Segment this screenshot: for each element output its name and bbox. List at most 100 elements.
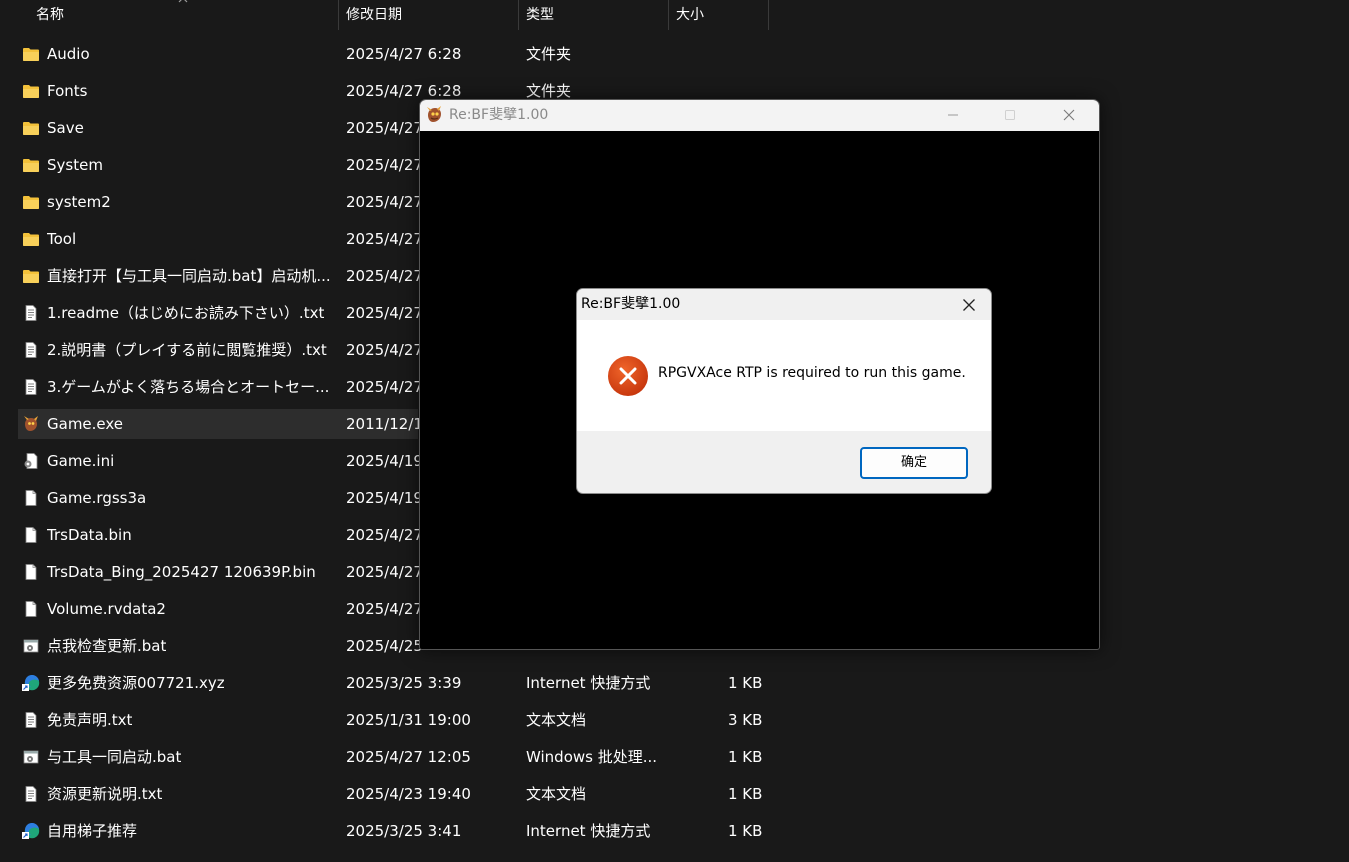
- dialog-title: Re:BF斐擘1.00: [581, 296, 681, 312]
- file-type: 文本文档: [526, 711, 587, 729]
- file-modified: 2025/4/27: [346, 526, 423, 544]
- blank-file-icon: [22, 490, 40, 506]
- folder-icon: [22, 194, 40, 210]
- ok-button[interactable]: 确定: [860, 447, 968, 479]
- dialog-body: RPGVXAce RTP is required to run this gam…: [577, 320, 991, 431]
- game-window-titlebar[interactable]: Re:BF斐擘1.00: [420, 100, 1099, 131]
- file-modified: 2025/4/27 12:05: [346, 748, 471, 766]
- column-divider[interactable]: [668, 0, 669, 30]
- file-name: 资源更新说明.txt: [47, 785, 163, 803]
- file-name: TrsData.bin: [47, 526, 132, 544]
- edge-shortcut-icon: [22, 674, 40, 691]
- file-row[interactable]: 免责声明.txt 2025/1/31 19:00 文本文档 3 KB: [18, 705, 1349, 735]
- game-window-title: Re:BF斐擘1.00: [449, 107, 549, 123]
- file-modified: 2025/3/25 3:41: [346, 822, 462, 840]
- dialog-close-icon[interactable]: [955, 291, 983, 319]
- folder-icon: [22, 231, 40, 247]
- file-name: TrsData_Bing_2025427 120639P.bin: [47, 563, 316, 581]
- file-name: System: [47, 156, 103, 174]
- text-file-icon: [22, 342, 40, 358]
- error-dialog[interactable]: Re:BF斐擘1.00 RPGVXAce RTP is required to …: [576, 288, 992, 494]
- file-row[interactable]: 自用梯子推荐 2025/3/25 3:41 Internet 快捷方式 1 KB: [18, 816, 1349, 846]
- error-icon: [608, 356, 648, 396]
- file-row[interactable]: 与工具一同启动.bat 2025/4/27 12:05 Windows 批处理...…: [18, 742, 1349, 772]
- dialog-titlebar[interactable]: Re:BF斐擘1.00: [577, 289, 991, 320]
- file-name: 免责声明.txt: [47, 711, 133, 729]
- maximize-button[interactable]: [987, 100, 1033, 131]
- file-modified: 2025/1/31 19:00: [346, 711, 471, 729]
- file-size: 1 KB: [728, 748, 763, 766]
- file-modified: 2011/12/1: [346, 415, 423, 433]
- column-divider[interactable]: [518, 0, 519, 30]
- file-name: Volume.rvdata2: [47, 600, 166, 618]
- file-size: 1 KB: [728, 822, 763, 840]
- folder-icon: [22, 268, 40, 284]
- folder-icon: [22, 157, 40, 173]
- file-type: Internet 快捷方式: [526, 674, 651, 692]
- column-divider[interactable]: [338, 0, 339, 30]
- text-file-icon: [22, 379, 40, 395]
- file-modified: 2025/4/27: [346, 304, 423, 322]
- file-modified: 2025/4/27: [346, 563, 423, 581]
- settings-file-icon: [22, 453, 40, 469]
- file-modified: 2025/4/19: [346, 489, 423, 507]
- file-size: 3 KB: [728, 711, 763, 729]
- batch-file-icon: [22, 638, 40, 654]
- column-divider[interactable]: [768, 0, 769, 30]
- text-file-icon: [22, 786, 40, 802]
- folder-icon: [22, 83, 40, 99]
- file-name: Fonts: [47, 82, 88, 100]
- file-type: 文件夹: [526, 45, 572, 63]
- blank-file-icon: [22, 564, 40, 580]
- file-name: 点我检查更新.bat: [47, 637, 167, 655]
- file-name: 与工具一同启动.bat: [47, 748, 182, 766]
- file-name: system2: [47, 193, 111, 211]
- edge-shortcut-icon: [22, 822, 40, 839]
- file-name: Audio: [47, 45, 90, 63]
- minimize-icon: [948, 114, 958, 116]
- file-modified: 2025/4/19: [346, 452, 423, 470]
- col-modified-header[interactable]: 修改日期: [346, 0, 402, 30]
- folder-icon: [22, 120, 40, 136]
- file-name: 自用梯子推荐: [47, 822, 138, 840]
- file-name: 直接打开【与工具一同启动.bat】启动机...: [47, 267, 331, 285]
- file-row[interactable]: 更多免费资源007721.xyz 2025/3/25 3:39 Internet 快…: [18, 668, 1349, 698]
- file-row[interactable]: 资源更新说明.txt 2025/4/23 19:40 文本文档 1 KB: [18, 779, 1349, 809]
- file-row[interactable]: Audio 2025/4/27 6:28 文件夹: [18, 39, 1349, 69]
- game-exe-icon: [22, 416, 40, 432]
- file-name: 3.ゲームがよく落ちる場合とオートセー...: [47, 378, 330, 396]
- batch-file-icon: [22, 749, 40, 765]
- blank-file-icon: [22, 601, 40, 617]
- text-file-icon: [22, 712, 40, 728]
- close-window-button[interactable]: [1046, 100, 1092, 131]
- close-icon: [1063, 109, 1075, 121]
- file-type: Internet 快捷方式: [526, 822, 651, 840]
- file-row[interactable]: Game.exe 2011/12/1: [18, 409, 423, 439]
- file-modified: 2025/4/27: [346, 230, 423, 248]
- file-modified: 2025/4/27 6:28: [346, 45, 462, 63]
- file-size: 1 KB: [728, 785, 763, 803]
- file-name: Save: [47, 119, 84, 137]
- file-name: Game.exe: [47, 415, 124, 433]
- sort-ascending-icon: [178, 0, 188, 3]
- col-size-header[interactable]: 大小: [676, 0, 704, 30]
- col-type-header[interactable]: 类型: [526, 0, 554, 30]
- file-modified: 2025/4/27: [346, 156, 423, 174]
- file-modified: 2025/4/27: [346, 119, 423, 137]
- file-name: Game.ini: [47, 452, 115, 470]
- column-header: 名称 修改日期 类型 大小: [0, 0, 1349, 30]
- file-type: Windows 批处理...: [526, 748, 658, 766]
- file-modified: 2025/4/25: [346, 637, 423, 655]
- file-name: Game.rgss3a: [47, 489, 147, 507]
- file-modified: 2025/4/27: [346, 600, 423, 618]
- game-app-icon: [427, 106, 441, 122]
- col-name-header[interactable]: 名称: [36, 0, 64, 30]
- file-modified: 2025/4/27: [346, 267, 423, 285]
- file-modified: 2025/4/27: [346, 341, 423, 359]
- maximize-icon: [1005, 110, 1015, 120]
- file-size: 1 KB: [728, 674, 763, 692]
- minimize-button[interactable]: [930, 100, 976, 131]
- file-name: 2.説明書（プレイする前に閲覧推奨）.txt: [47, 341, 327, 359]
- dialog-message: RPGVXAce RTP is required to run this gam…: [658, 365, 966, 381]
- file-name: 1.readme（はじめにお読み下さい）.txt: [47, 304, 325, 322]
